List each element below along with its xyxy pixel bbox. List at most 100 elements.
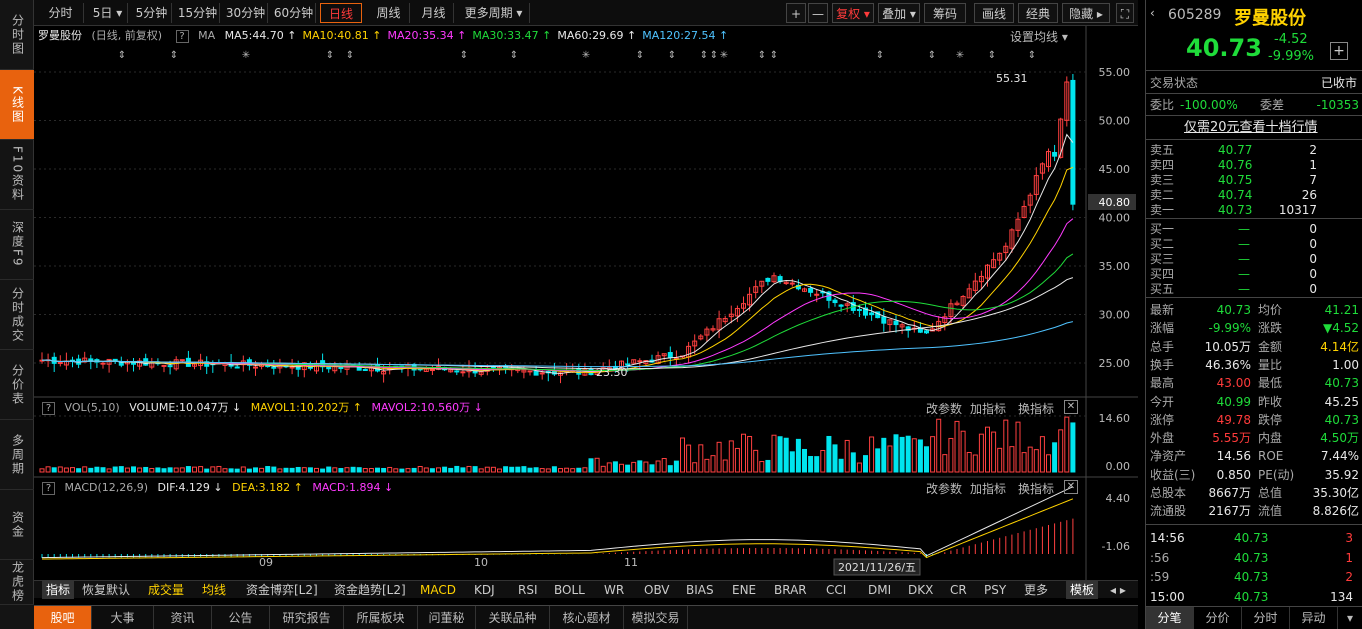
- indicator-tab[interactable]: 成交量: [148, 581, 184, 599]
- fullscreen-icon[interactable]: ⛶: [1116, 3, 1134, 23]
- toolbar-button[interactable]: 隐藏 ▸: [1062, 3, 1110, 23]
- scroll-arrows-icon[interactable]: ◂ ▸: [1110, 581, 1126, 599]
- indicator-tab[interactable]: 更多: [1024, 581, 1048, 599]
- left-nav-item[interactable]: 深度F9: [0, 210, 34, 280]
- left-nav-item[interactable]: K线图: [0, 70, 34, 140]
- left-nav-item[interactable]: 多周期: [0, 420, 34, 490]
- indicator-tab[interactable]: PSY: [984, 581, 1006, 599]
- promo-link[interactable]: 仅需20元查看十档行情: [1146, 120, 1362, 136]
- bid-label: 买一: [1150, 222, 1175, 236]
- bottom-nav-item[interactable]: 关联品种: [476, 606, 550, 629]
- ask-volume: 1: [1309, 158, 1317, 172]
- bottom-nav-item[interactable]: 问董秘: [418, 606, 476, 629]
- indicator-tab[interactable]: WR: [604, 581, 624, 599]
- indicator-tab[interactable]: KDJ: [474, 581, 495, 599]
- left-nav-item[interactable]: 分价表: [0, 350, 34, 420]
- volume-bar: [1033, 449, 1039, 473]
- quote-tab[interactable]: 异动: [1290, 607, 1338, 629]
- event-marker-icon: ✳: [720, 50, 728, 61]
- period-tab[interactable]: 更多周期 ▾: [458, 3, 530, 23]
- help-icon[interactable]: ?: [175, 30, 189, 43]
- close-icon[interactable]: ✕: [1064, 480, 1078, 494]
- indicator-tab[interactable]: 恢复默认: [82, 581, 130, 599]
- bottom-nav-item[interactable]: 模拟交易: [624, 606, 688, 629]
- indicator-tab[interactable]: CCI: [826, 581, 846, 599]
- indicator-tab[interactable]: 指标: [42, 581, 75, 599]
- indicator-tab[interactable]: 模板: [1066, 581, 1099, 599]
- period-tab[interactable]: 周线: [368, 3, 410, 23]
- vol-add-indicator[interactable]: 加指标: [970, 400, 1006, 417]
- help-icon[interactable]: ?: [42, 402, 55, 415]
- period-tab[interactable]: 日线: [320, 3, 362, 23]
- bottom-nav-item[interactable]: 研究报告: [270, 606, 344, 629]
- vol-change-params[interactable]: 改参数: [926, 400, 962, 417]
- bid-label: 买四: [1150, 267, 1175, 281]
- toolbar-button[interactable]: +: [786, 3, 806, 23]
- vol-switch-indicator[interactable]: 换指标: [1018, 400, 1054, 417]
- toolbar-button[interactable]: 画线: [974, 3, 1014, 23]
- toolbar-button[interactable]: 叠加 ▾: [878, 3, 920, 23]
- indicator-tab[interactable]: OBV: [644, 581, 670, 599]
- indicator-tab[interactable]: 资金趋势[L2]: [334, 581, 406, 599]
- bottom-nav-item[interactable]: 大事: [92, 606, 154, 629]
- indicator-tab[interactable]: DMI: [868, 581, 891, 599]
- macd-add-indicator[interactable]: 加指标: [970, 480, 1006, 497]
- help-icon[interactable]: ?: [42, 482, 55, 495]
- left-nav-item[interactable]: 分时图: [0, 0, 34, 70]
- left-nav-item[interactable]: F10资料: [0, 140, 34, 210]
- period-tab[interactable]: 60分钟: [272, 3, 316, 23]
- bottom-nav-item[interactable]: 资讯: [154, 606, 212, 629]
- indicator-tab[interactable]: RSI: [518, 581, 538, 599]
- indicator-tab[interactable]: DKX: [908, 581, 933, 599]
- volume-bar: [838, 458, 844, 473]
- indicator-tab[interactable]: BRAR: [774, 581, 807, 599]
- quote-tab[interactable]: 分价: [1194, 607, 1242, 629]
- period-tab[interactable]: 30分钟: [224, 3, 268, 23]
- indicator-tab[interactable]: 资金博弈[L2]: [246, 581, 318, 599]
- ma-settings-button[interactable]: 设置均线 ▾: [1010, 28, 1068, 45]
- volume-bar: [39, 468, 45, 473]
- volume-bar: [82, 466, 88, 473]
- volume-bar: [497, 468, 502, 473]
- add-watchlist-icon[interactable]: +: [1330, 42, 1348, 60]
- period-tab[interactable]: 5分钟: [132, 3, 172, 23]
- period-tab[interactable]: 5日 ▾: [88, 3, 128, 23]
- volume-bar: [978, 433, 984, 473]
- volume-bar: [399, 468, 405, 473]
- toolbar-button[interactable]: 复权 ▾: [832, 3, 874, 23]
- bid-volume: 0: [1309, 252, 1317, 266]
- indicator-tab[interactable]: ENE: [732, 581, 756, 599]
- period-tab[interactable]: 月线: [414, 3, 454, 23]
- toolbar-button[interactable]: 筹码: [924, 3, 966, 23]
- bottom-nav-item[interactable]: 所属板块: [344, 606, 418, 629]
- ask-row: 卖五 40.77 2: [1146, 142, 1362, 158]
- dea-value: DEA:3.182 ↑: [232, 481, 303, 494]
- quote-tab[interactable]: 分时: [1242, 607, 1290, 629]
- macd-switch-indicator[interactable]: 换指标: [1018, 480, 1054, 497]
- left-nav-item[interactable]: 分时成交: [0, 280, 34, 350]
- indicator-tab[interactable]: MACD: [420, 581, 456, 599]
- quote-tab[interactable]: 分笔: [1146, 607, 1194, 629]
- toolbar-button[interactable]: —: [808, 3, 828, 23]
- indicator-tab[interactable]: BOLL: [554, 581, 585, 599]
- indicator-tab[interactable]: 均线: [202, 581, 226, 599]
- indicator-tab[interactable]: BIAS: [686, 581, 714, 599]
- bottom-nav-item[interactable]: 股吧: [34, 606, 92, 629]
- macd-change-params[interactable]: 改参数: [926, 480, 962, 497]
- period-tab[interactable]: 15分钟: [176, 3, 220, 23]
- chevron-left-icon[interactable]: ‹: [1150, 6, 1160, 20]
- indicator-tab[interactable]: CR: [950, 581, 967, 599]
- chevron-down-icon[interactable]: ▾: [1338, 607, 1362, 629]
- toolbar-button[interactable]: 经典: [1018, 3, 1058, 23]
- volume-bar: [564, 467, 570, 473]
- left-nav-item[interactable]: 资金: [0, 490, 34, 560]
- bottom-nav-item[interactable]: 核心题材: [550, 606, 624, 629]
- period-tab[interactable]: 分时: [38, 3, 84, 23]
- bid-volume: 0: [1309, 222, 1317, 236]
- bottom-nav-item[interactable]: 公告: [212, 606, 270, 629]
- close-icon[interactable]: ✕: [1064, 400, 1078, 414]
- volume-bar: [1039, 436, 1045, 473]
- event-marker-icon: ⇕: [510, 50, 518, 61]
- promo-text[interactable]: 仅需20元查看十档行情: [1184, 120, 1318, 136]
- left-nav-item[interactable]: 龙虎榜: [0, 560, 34, 605]
